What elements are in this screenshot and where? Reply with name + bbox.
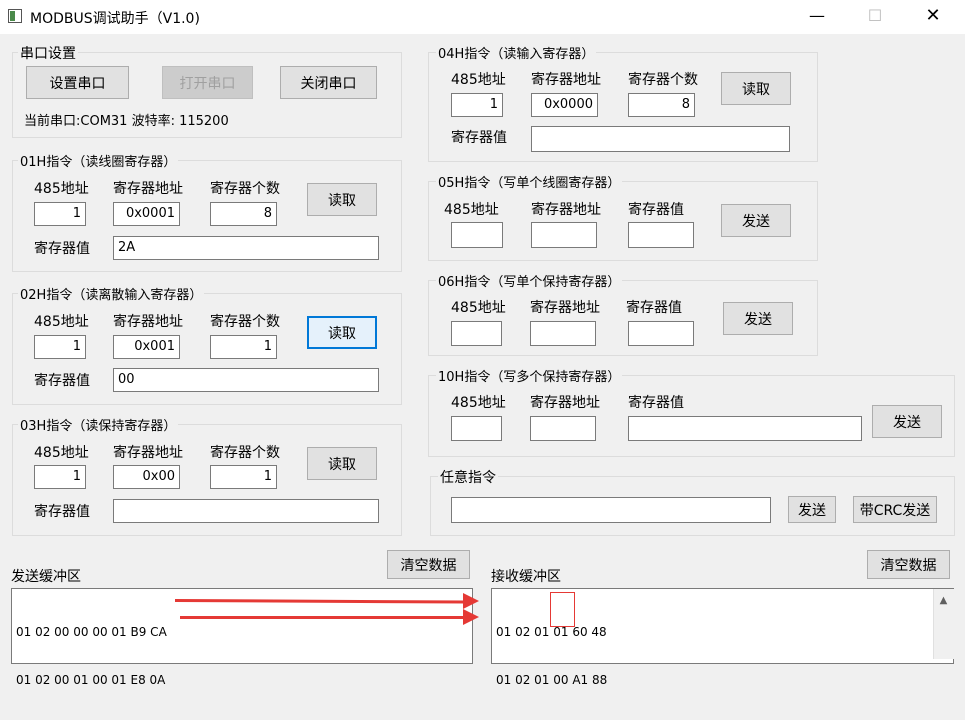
app-icon <box>8 9 22 23</box>
cmd02-count-input[interactable]: 1 <box>210 335 277 359</box>
cmd01-count-label: 寄存器个数 <box>210 181 280 197</box>
cmd04-read-button[interactable]: 读取 <box>721 72 791 105</box>
recv-scrollbar[interactable]: ▲ <box>933 589 954 659</box>
cmd06-value-label: 寄存器值 <box>626 300 682 316</box>
cmd03-regaddr-input[interactable]: 0x00 <box>113 465 180 489</box>
cmd02-value-input[interactable]: 00 <box>113 368 379 392</box>
close-serial-button[interactable]: 关闭串口 <box>280 66 377 99</box>
cmd10-send-button[interactable]: 发送 <box>872 405 942 438</box>
maximize-button[interactable]: ☐ <box>852 0 898 34</box>
app-window: MODBUS调试助手（V1.0) — ☐ ✕ 串口设置 设置串口 打开串口 关闭… <box>0 0 965 687</box>
recv-clear-button[interactable]: 清空数据 <box>867 550 950 579</box>
cmd02-count-label: 寄存器个数 <box>210 314 280 330</box>
cmd02-addr-input[interactable]: 1 <box>34 335 86 359</box>
cmd10-addr-input[interactable] <box>451 416 502 441</box>
cmd06-regaddr-label: 寄存器地址 <box>530 300 600 316</box>
serial-status: 当前串口:COM31 波特率: 115200 <box>24 114 229 129</box>
cmd01-regaddr-label: 寄存器地址 <box>113 181 183 197</box>
cmd10-title: 10H指令（写多个保持寄存器） <box>436 366 623 385</box>
send-buffer-label: 发送缓冲区 <box>11 569 81 585</box>
cmd03-addr-input[interactable]: 1 <box>34 465 86 489</box>
send-clear-button[interactable]: 清空数据 <box>387 550 470 579</box>
cmd05-value-input[interactable] <box>628 222 694 248</box>
cmd10-value-input[interactable] <box>628 416 862 441</box>
cmd02-title: 02H指令（读离散输入寄存器） <box>18 284 205 303</box>
cmd01-addr-input[interactable]: 1 <box>34 202 86 226</box>
cmd01-regaddr-input[interactable]: 0x0001 <box>113 202 180 226</box>
send-line: 01 02 00 01 00 01 E8 0A <box>16 673 166 687</box>
serial-settings-title: 串口设置 <box>18 43 78 63</box>
window-title: MODBUS调试助手（V1.0) <box>30 11 200 27</box>
arrow-head-2-icon <box>463 609 479 625</box>
cmd01-value-label: 寄存器值 <box>34 241 90 257</box>
cmd04-regaddr-input[interactable]: 0x0000 <box>531 93 598 117</box>
cmd01-count-input[interactable]: 8 <box>210 202 277 226</box>
send-line: 01 02 00 00 00 01 B9 CA <box>16 625 167 639</box>
cmd04-regaddr-label: 寄存器地址 <box>531 72 601 88</box>
cmd03-count-label: 寄存器个数 <box>210 445 280 461</box>
cmd05-addr-input[interactable] <box>451 222 503 248</box>
cmd01-read-button[interactable]: 读取 <box>307 183 377 216</box>
cmd03-addr-label: 485地址 <box>34 445 89 461</box>
cmd04-value-input[interactable] <box>531 126 790 152</box>
custom-cmd-title: 任意指令 <box>438 467 498 487</box>
close-button[interactable]: ✕ <box>910 0 956 34</box>
cmd10-addr-label: 485地址 <box>451 395 506 411</box>
highlight-box <box>550 592 575 627</box>
open-serial-button[interactable]: 打开串口 <box>162 66 253 99</box>
cmd01-value-input[interactable]: 2A <box>113 236 379 260</box>
cmd03-value-label: 寄存器值 <box>34 504 90 520</box>
cmd05-value-label: 寄存器值 <box>628 202 684 218</box>
cmd06-value-input[interactable] <box>628 321 694 346</box>
cmd10-regaddr-label: 寄存器地址 <box>530 395 600 411</box>
cmd05-title: 05H指令（写单个线圈寄存器） <box>436 172 623 191</box>
cmd03-count-input[interactable]: 1 <box>210 465 277 489</box>
cmd06-regaddr-input[interactable] <box>530 321 596 346</box>
cmd03-title: 03H指令（读保持寄存器） <box>18 415 179 434</box>
cmd06-addr-input[interactable] <box>451 321 502 346</box>
arrow-head-1-icon <box>463 593 479 609</box>
set-serial-button[interactable]: 设置串口 <box>26 66 129 99</box>
cmd02-regaddr-label: 寄存器地址 <box>113 314 183 330</box>
cmd04-count-label: 寄存器个数 <box>628 72 698 88</box>
cmd05-send-button[interactable]: 发送 <box>721 204 791 237</box>
cmd02-regaddr-input[interactable]: 0x001 <box>113 335 180 359</box>
cmd10-regaddr-input[interactable] <box>530 416 596 441</box>
custom-cmd-input[interactable] <box>451 497 771 523</box>
cmd10-value-label: 寄存器值 <box>628 395 684 411</box>
cmd02-addr-label: 485地址 <box>34 314 89 330</box>
cmd03-read-button[interactable]: 读取 <box>307 447 377 480</box>
cmd04-count-input[interactable]: 8 <box>628 93 695 117</box>
arrow-line-2 <box>180 616 465 619</box>
cmd03-regaddr-label: 寄存器地址 <box>113 445 183 461</box>
recv-line: 01 02 01 00 A1 88 <box>496 673 608 687</box>
minimize-button[interactable]: — <box>794 0 840 34</box>
recv-buffer-label: 接收缓冲区 <box>491 569 561 585</box>
cmd04-addr-label: 485地址 <box>451 72 506 88</box>
cmd06-send-button[interactable]: 发送 <box>723 302 793 335</box>
cmd01-addr-label: 485地址 <box>34 181 89 197</box>
cmd05-addr-label: 485地址 <box>444 202 499 218</box>
cmd05-regaddr-input[interactable] <box>531 222 597 248</box>
cmd02-read-button[interactable]: 读取 <box>307 316 377 349</box>
cmd05-regaddr-label: 寄存器地址 <box>531 202 601 218</box>
cmd06-title: 06H指令（写单个保持寄存器） <box>436 271 623 290</box>
cmd06-addr-label: 485地址 <box>451 300 506 316</box>
cmd01-title: 01H指令（读线圈寄存器） <box>18 151 179 170</box>
cmd04-addr-input[interactable]: 1 <box>451 93 503 117</box>
cmd04-title: 04H指令（读输入寄存器） <box>436 43 597 62</box>
scroll-up-icon[interactable]: ▲ <box>935 595 952 606</box>
custom-send-button[interactable]: 发送 <box>788 496 836 523</box>
cmd02-value-label: 寄存器值 <box>34 373 90 389</box>
title-bar: MODBUS调试助手（V1.0) — ☐ ✕ <box>0 0 965 34</box>
custom-crc-send-button[interactable]: 带CRC发送 <box>853 496 937 523</box>
cmd03-value-input[interactable] <box>113 499 379 523</box>
cmd04-value-label: 寄存器值 <box>451 130 507 146</box>
